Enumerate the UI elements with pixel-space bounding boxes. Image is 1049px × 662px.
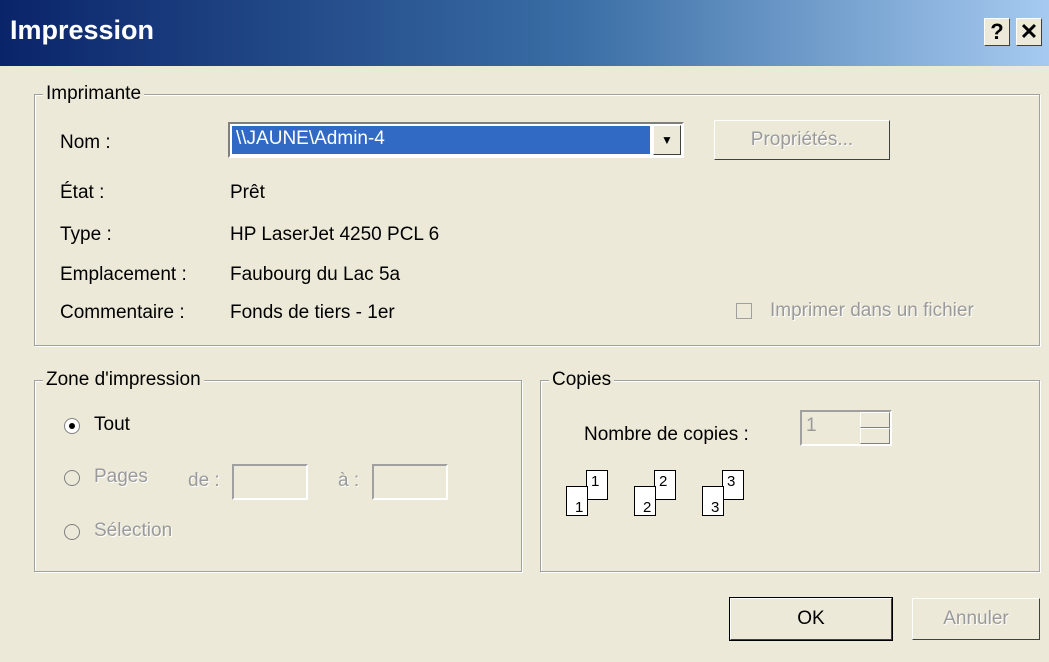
collate-page-back: 2 — [654, 470, 676, 500]
collate-page-number: 3 — [711, 499, 720, 516]
pages-radio[interactable] — [64, 470, 80, 486]
pages-label: Pages — [94, 466, 148, 487]
collate-page-front: 1 — [566, 486, 588, 516]
print-to-file-checkbox[interactable] — [736, 303, 752, 319]
selection-radio[interactable] — [64, 524, 80, 540]
cancel-button[interactable]: Annuler — [912, 598, 1040, 640]
location-value: Faubourg du Lac 5a — [230, 264, 401, 285]
collate-page-number: 1 — [575, 499, 584, 516]
type-label: Type : — [60, 224, 112, 245]
printer-group-label: Imprimante — [43, 83, 145, 105]
comment-label: Commentaire : — [60, 302, 185, 323]
all-radio[interactable] — [64, 418, 80, 434]
spin-up-icon[interactable] — [860, 412, 890, 428]
from-page-input[interactable] — [232, 464, 308, 500]
dropdown-arrow-icon[interactable]: ▼ — [653, 125, 681, 155]
collate-page-back: 3 — [722, 470, 744, 500]
state-label: État : — [60, 182, 105, 203]
state-value: Prêt — [230, 182, 265, 203]
type-value: HP LaserJet 4250 PCL 6 — [230, 224, 440, 245]
all-label: Tout — [94, 414, 130, 435]
dialog-body: Imprimante Nom : \\JAUNE\Admin-4 ▼ Propr… — [0, 66, 1049, 662]
location-label: Emplacement : — [60, 264, 187, 285]
to-page-input[interactable] — [372, 464, 448, 500]
collate-page-back: 1 — [586, 470, 608, 500]
collate-page-number: 2 — [643, 499, 652, 516]
collate-page-number: 1 — [591, 473, 600, 490]
comment-value: Fonds de tiers - 1er — [230, 302, 395, 323]
printer-name-label: Nom : — [60, 132, 111, 153]
to-label: à : — [338, 470, 360, 491]
printer-name-value: \\JAUNE\Admin-4 — [232, 126, 650, 154]
copies-count-label: Nombre de copies : — [584, 424, 749, 445]
help-button[interactable]: ? — [984, 18, 1010, 46]
title-bar: Impression ? ✕ — [0, 0, 1049, 66]
from-label: de : — [188, 470, 220, 491]
collate-page-front: 3 — [702, 486, 724, 516]
collate-page-number: 3 — [727, 473, 736, 490]
collate-page-front: 2 — [634, 486, 656, 516]
window-title: Impression — [10, 15, 155, 45]
print-to-file-label: Imprimer dans un fichier — [770, 300, 974, 321]
copies-count-value: 1 — [806, 415, 817, 436]
collate-page-number: 2 — [659, 473, 668, 490]
selection-label: Sélection — [94, 520, 173, 541]
properties-button[interactable]: Propriétés... — [714, 120, 890, 160]
ok-button[interactable]: OK — [729, 597, 893, 641]
print-range-group-label: Zone d'impression — [43, 369, 204, 391]
close-button[interactable]: ✕ — [1016, 18, 1042, 46]
spin-down-icon[interactable] — [860, 428, 890, 444]
copies-group: Copies — [540, 369, 1040, 572]
printer-name-combobox[interactable]: \\JAUNE\Admin-4 ▼ — [228, 122, 684, 158]
copies-group-label: Copies — [549, 369, 615, 391]
